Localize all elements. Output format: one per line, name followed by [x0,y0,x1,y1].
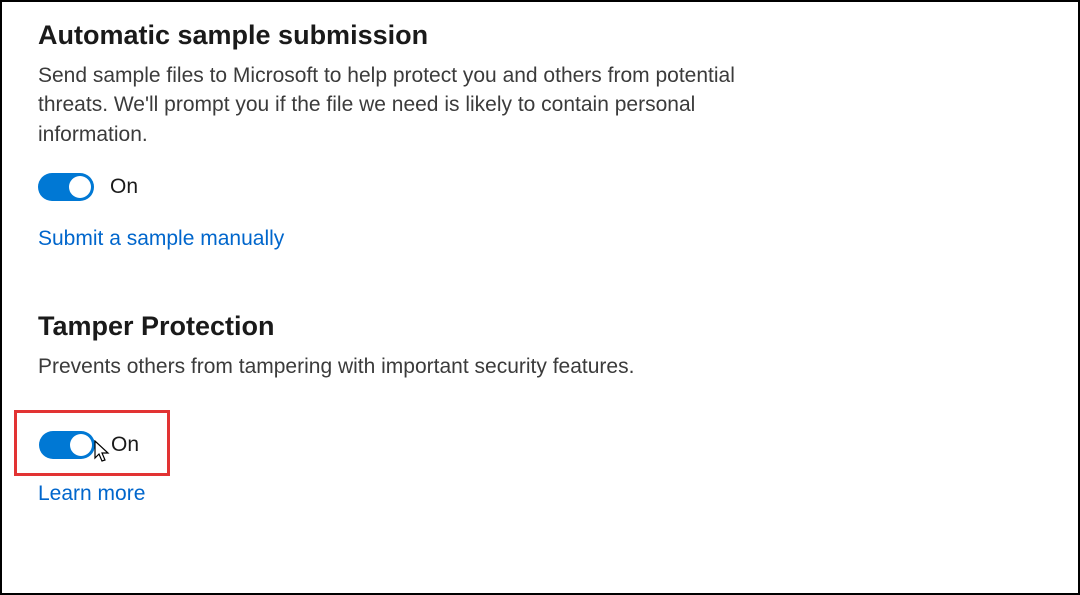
auto-sample-toggle-row: On [38,173,1042,201]
tamper-learn-more-link[interactable]: Learn more [38,482,145,506]
toggle-knob [70,434,92,456]
tamper-protection-section: Tamper Protection Prevents others from t… [38,311,1042,505]
automatic-sample-submission-section: Automatic sample submission Send sample … [38,20,1042,251]
tamper-title: Tamper Protection [38,311,1042,342]
tamper-highlight-box: On [14,410,170,476]
tamper-description: Prevents others from tampering with impo… [38,352,758,381]
toggle-knob [69,176,91,198]
tamper-toggle-label: On [111,433,139,457]
tamper-toggle[interactable] [39,431,95,459]
auto-sample-title: Automatic sample submission [38,20,1042,51]
submit-sample-link[interactable]: Submit a sample manually [38,227,284,251]
auto-sample-toggle[interactable] [38,173,94,201]
auto-sample-description: Send sample files to Microsoft to help p… [38,61,758,149]
auto-sample-toggle-label: On [110,175,138,199]
